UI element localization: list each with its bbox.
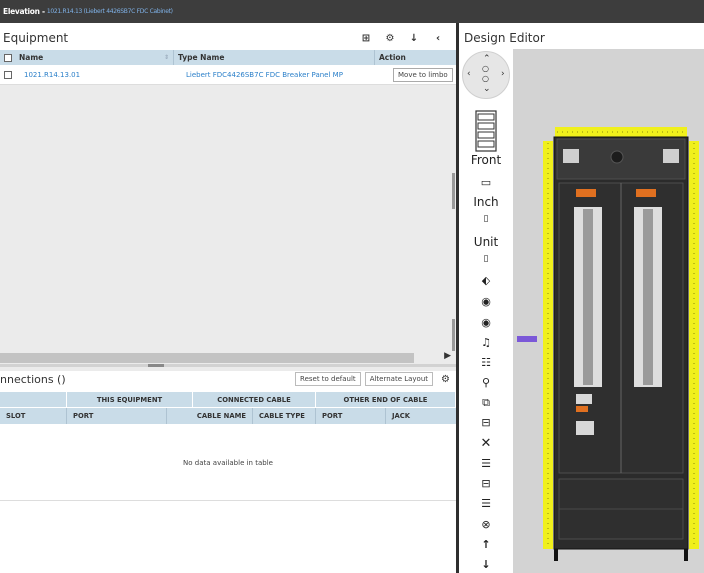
design-toolbar: ⌃ ‹ › ⌄ ○ ○ Front ▭ Inch ▯ Unit ▯ ⬖ ◉ ◉ … xyxy=(459,49,513,573)
page-subtitle[interactable]: 1021.R14.13 (Liebert 4426SB7C FDC Cabine… xyxy=(47,8,173,15)
equipment-type-link[interactable]: Liebert FDC4426SB7C FDC Breaker Panel MP xyxy=(174,71,375,79)
table-row[interactable]: 1021.R14.13.01 Liebert FDC4426SB7C FDC B… xyxy=(0,65,456,85)
page-title: Elevation - xyxy=(3,7,45,16)
warning-label xyxy=(636,189,656,197)
equipment-title: Equipment xyxy=(3,31,69,45)
pan-left-icon[interactable]: ‹ xyxy=(467,69,471,79)
inch-label[interactable]: Inch xyxy=(459,195,513,209)
design-editor-title: Design Editor xyxy=(464,31,545,45)
empty-table-message: No data available in table xyxy=(0,425,456,501)
download-icon[interactable]: ↓ xyxy=(402,33,426,44)
columns-icon[interactable]: ☰ xyxy=(459,457,513,470)
add-rows-icon[interactable]: ☷ xyxy=(459,356,513,369)
gear-icon[interactable]: ⚙ xyxy=(378,33,402,44)
horizontal-scrollbar[interactable]: ▶ xyxy=(0,351,456,364)
group-connected-cable: CONNECTED CABLE xyxy=(193,392,316,407)
eye-icon[interactable]: ◉ xyxy=(459,295,513,308)
rack-icon[interactable] xyxy=(475,110,497,152)
arrow-up-icon[interactable]: ↑ xyxy=(459,538,513,551)
column-header-name[interactable]: Name ⇕ xyxy=(16,50,174,65)
unit-label[interactable]: Unit xyxy=(459,235,513,249)
add-icon[interactable]: ⊞ xyxy=(354,33,378,44)
panel-splitter[interactable] xyxy=(0,364,456,367)
pan-control[interactable]: ⌃ ‹ › ⌄ ○ ○ xyxy=(462,51,510,99)
splitter-grip[interactable] xyxy=(148,364,164,367)
move-to-limbo-button[interactable]: Move to limbo xyxy=(393,67,453,82)
position-marker[interactable] xyxy=(517,336,537,342)
scrollbar-track[interactable] xyxy=(0,353,414,363)
tag-icon[interactable]: ⬖ xyxy=(459,274,513,287)
pan-up-icon[interactable]: ⌃ xyxy=(483,54,491,64)
warning-label xyxy=(576,189,596,197)
edge-marker xyxy=(452,319,455,351)
scroll-right-icon[interactable]: ▶ xyxy=(444,351,451,361)
left-panel: Equipment ⊞ ⚙ ↓ ‹ Name ⇕ Type Name Action… xyxy=(0,23,456,573)
pan-right-icon[interactable]: › xyxy=(501,69,505,79)
column-jack[interactable]: JACK xyxy=(386,408,456,424)
unit-ruler-icon[interactable]: ▯ xyxy=(459,254,513,264)
title-bar: Elevation - 1021.R14.13 (Liebert 4426SB7… xyxy=(0,0,704,23)
add-stack-icon[interactable]: ⧉ xyxy=(459,396,513,410)
zoom-icon[interactable]: ○ xyxy=(482,64,489,73)
column-port[interactable]: PORT xyxy=(67,408,167,424)
cancel-icon[interactable]: ⊗ xyxy=(459,518,513,531)
connections-title: nnections () xyxy=(0,372,66,386)
connections-column-header: SLOT PORT CABLE NAME CABLE TYPE PORT JAC… xyxy=(0,407,456,424)
arrow-down-icon[interactable]: ↓ xyxy=(459,558,513,571)
column-header-type[interactable]: Type Name xyxy=(174,50,375,65)
row-checkbox[interactable] xyxy=(4,70,12,79)
ruler-icon[interactable]: ▭ xyxy=(459,176,513,189)
connections-table: THIS EQUIPMENT CONNECTED CABLE OTHER END… xyxy=(0,392,456,424)
warning-label xyxy=(576,406,588,412)
collapse-icon[interactable]: ‹ xyxy=(426,33,450,44)
gear-icon[interactable]: ⚙ xyxy=(441,374,450,385)
top-left-plate xyxy=(563,149,579,163)
eye-icon[interactable]: ◉ xyxy=(459,316,513,329)
equipment-name-link[interactable]: 1021.R14.13.01 xyxy=(16,71,174,79)
sort-icon: ⇕ xyxy=(163,54,169,61)
alternate-layout-button[interactable]: Alternate Layout xyxy=(364,372,434,386)
column-cable-name[interactable]: CABLE NAME xyxy=(167,408,253,424)
connections-header: nnections () Reset to default Alternate … xyxy=(0,369,456,389)
connect-icon[interactable]: ⊟ xyxy=(459,416,513,429)
column-group-header: THIS EQUIPMENT CONNECTED CABLE OTHER END… xyxy=(0,392,456,407)
inch-ruler-icon[interactable]: ▯ xyxy=(459,214,513,224)
reset-view-icon[interactable]: ○ xyxy=(482,74,489,83)
equipment-table: Name ⇕ Type Name Action 1021.R14.13.01 Li… xyxy=(0,50,456,85)
cabinet-right-frame xyxy=(689,141,699,549)
column-cable-type[interactable]: CABLE TYPE xyxy=(253,408,316,424)
top-right-plate xyxy=(663,149,679,163)
design-canvas[interactable] xyxy=(513,49,704,573)
equipment-list-area xyxy=(0,85,456,371)
bell-icon[interactable]: ♫ xyxy=(459,336,513,349)
edge-marker xyxy=(452,173,455,209)
equipment-table-header: Name ⇕ Type Name Action xyxy=(0,50,456,65)
cabinet-elevation[interactable] xyxy=(513,49,704,573)
design-editor-panel: Design Editor ⌃ ‹ › ⌄ ○ ○ Front ▭ Inch ▯… xyxy=(459,23,704,573)
connect-icon[interactable]: ⊟ xyxy=(459,477,513,490)
cabinet-left-frame xyxy=(543,141,553,549)
column-slot[interactable]: SLOT xyxy=(0,408,67,424)
column-port-other[interactable]: PORT xyxy=(316,408,386,424)
group-spacer xyxy=(0,392,67,407)
select-all-checkbox[interactable] xyxy=(4,53,12,62)
group-other-end: OTHER END OF CABLE xyxy=(316,392,456,407)
add-node-icon[interactable]: ⚲ xyxy=(459,376,513,389)
close-icon[interactable]: ✕ xyxy=(459,436,513,451)
columns-icon[interactable]: ☰ xyxy=(459,497,513,510)
group-this-equipment: THIS EQUIPMENT xyxy=(67,392,193,407)
pan-down-icon[interactable]: ⌄ xyxy=(483,84,491,94)
reset-to-default-button[interactable]: Reset to default xyxy=(295,372,361,386)
front-view-label[interactable]: Front xyxy=(459,153,513,167)
column-header-action: Action xyxy=(379,53,406,62)
equipment-header: Equipment ⊞ ⚙ ↓ ‹ xyxy=(0,27,456,49)
